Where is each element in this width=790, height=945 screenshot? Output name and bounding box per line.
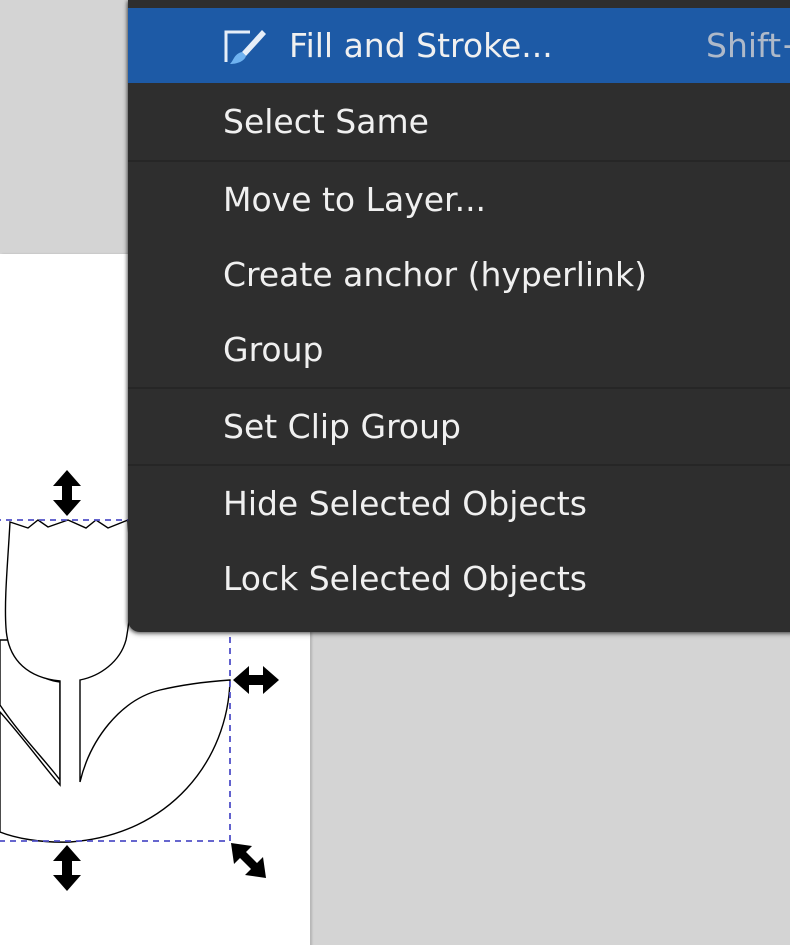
paintbrush-icon bbox=[224, 30, 266, 64]
scale-vertical-arrow-icon[interactable] bbox=[53, 470, 81, 516]
canvas-area[interactable]: Fill and Stroke... Shift+ Select Same Mo… bbox=[0, 0, 790, 945]
menu-item-move-to-layer[interactable]: Move to Layer... bbox=[128, 162, 790, 237]
context-menu: Fill and Stroke... Shift+ Select Same Mo… bbox=[128, 0, 790, 632]
menu-item-label: Hide Selected Objects bbox=[223, 484, 587, 523]
menu-item-label: Fill and Stroke... bbox=[289, 26, 553, 65]
menu-item-select-same[interactable]: Select Same bbox=[128, 83, 790, 160]
menu-item-create-anchor[interactable]: Create anchor (hyperlink) bbox=[128, 237, 790, 312]
menu-item-lock-selected[interactable]: Lock Selected Objects bbox=[128, 541, 790, 616]
scale-horizontal-arrow-icon[interactable] bbox=[233, 666, 279, 694]
scale-diagonal-arrow-icon[interactable] bbox=[231, 843, 266, 878]
menu-item-label: Lock Selected Objects bbox=[223, 559, 587, 598]
menu-top-strip bbox=[128, 0, 790, 8]
scale-vertical-arrow-icon[interactable] bbox=[53, 845, 81, 891]
menu-item-group[interactable]: Group bbox=[128, 312, 790, 387]
menu-item-label: Group bbox=[223, 330, 324, 369]
menu-item-set-clip-group[interactable]: Set Clip Group bbox=[128, 389, 790, 464]
menu-item-hide-selected[interactable]: Hide Selected Objects bbox=[128, 466, 790, 541]
menu-item-label: Create anchor (hyperlink) bbox=[223, 255, 647, 294]
menu-item-label: Select Same bbox=[223, 102, 429, 141]
menu-item-fill-and-stroke[interactable]: Fill and Stroke... Shift+ bbox=[128, 8, 790, 83]
menu-item-shortcut: Shift+ bbox=[706, 26, 790, 65]
menu-item-label: Set Clip Group bbox=[223, 407, 461, 446]
menu-item-label: Move to Layer... bbox=[223, 180, 487, 219]
